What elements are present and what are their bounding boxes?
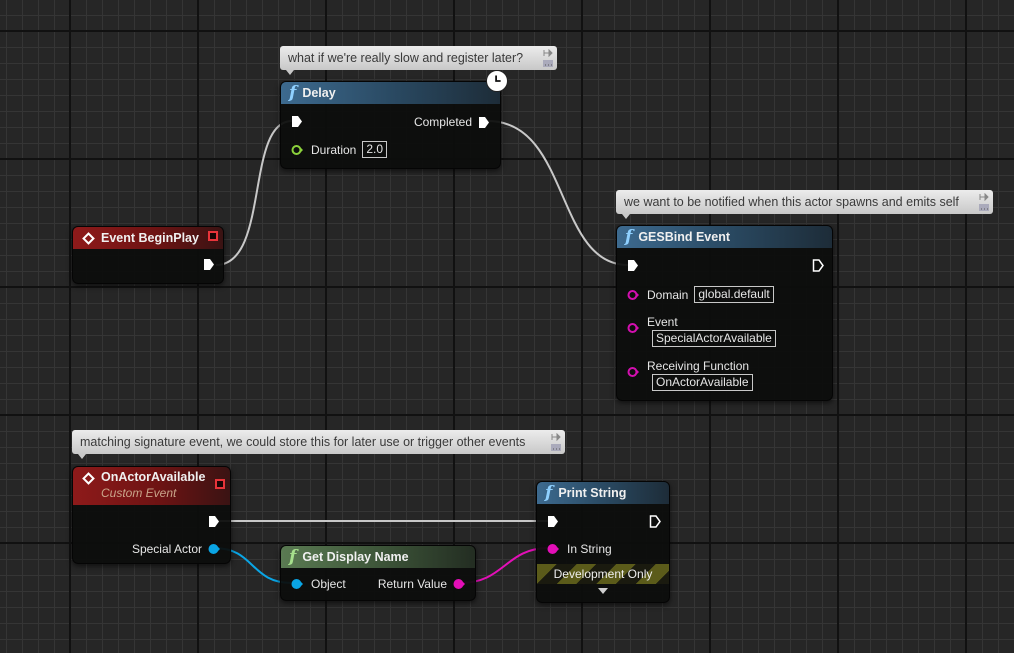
- exec-in-pin[interactable]: [547, 515, 559, 528]
- node-title: Delay: [302, 86, 336, 100]
- get-display-name-node[interactable]: f Get Display Name Object Return Value: [280, 545, 476, 601]
- comment-bubble[interactable]: what if we're really slow and register l…: [280, 46, 557, 75]
- duration-label: Duration: [311, 142, 357, 157]
- print-string-node[interactable]: f Print String In String Development Onl…: [536, 481, 670, 603]
- duration-input[interactable]: 2.0: [362, 141, 388, 158]
- comment-text: what if we're really slow and register l…: [288, 51, 524, 65]
- event-icon: [82, 472, 95, 485]
- event-icon: [82, 231, 95, 245]
- receiving-function-input[interactable]: OnActorAvailable: [652, 374, 753, 391]
- node-header: f Get Display Name: [281, 546, 475, 568]
- node-header: f Delay: [281, 82, 500, 104]
- comment-bubble[interactable]: matching signature event, we could store…: [72, 430, 565, 459]
- node-title: OnActorAvailable: [101, 470, 206, 484]
- delegate-pin-icon[interactable]: [215, 479, 225, 489]
- delay-node[interactable]: f Delay Completed Duration 2.0: [280, 81, 501, 169]
- event-beginplay-node[interactable]: Event BeginPlay: [72, 226, 224, 284]
- object-pin[interactable]: [291, 578, 303, 590]
- exec-in-pin[interactable]: [291, 115, 303, 128]
- node-header: f GESBind Event: [617, 226, 832, 248]
- pin-icon[interactable]: [551, 433, 561, 441]
- function-icon: f: [545, 482, 553, 503]
- gesbind-event-node[interactable]: f GESBind Event Domain global.default Ev…: [616, 225, 833, 401]
- node-header: Event BeginPlay: [73, 227, 223, 249]
- object-pin[interactable]: [208, 543, 220, 555]
- delegate-pin-icon[interactable]: [208, 231, 218, 241]
- special-actor-label: Special Actor: [131, 542, 202, 556]
- chevron-down-icon[interactable]: [597, 587, 609, 595]
- comment-bubble-icon[interactable]: [979, 204, 989, 211]
- float-pin[interactable]: [291, 144, 303, 156]
- object-label: Object: [311, 577, 346, 591]
- function-icon: f: [289, 82, 297, 103]
- function-icon: f: [625, 226, 633, 247]
- exec-out-pin[interactable]: [203, 258, 215, 271]
- exec-out-pin[interactable]: [812, 259, 824, 272]
- node-title: GESBind Event: [638, 230, 731, 244]
- function-icon: f: [289, 546, 297, 567]
- event-label: Event: [647, 315, 678, 329]
- domain-input[interactable]: global.default: [694, 286, 774, 303]
- exec-in-pin[interactable]: [627, 259, 639, 272]
- domain-label: Domain: [647, 287, 689, 302]
- exec-out-pin[interactable]: [649, 515, 661, 528]
- clock-icon: [486, 70, 508, 92]
- in-string-label: In String: [567, 542, 612, 556]
- node-header: OnActorAvailable Custom Event: [73, 467, 230, 505]
- string-pin[interactable]: [547, 543, 559, 555]
- node-subtitle: Custom Event: [101, 486, 177, 500]
- node-title: Event BeginPlay: [101, 231, 199, 245]
- comment-bubble-icon[interactable]: [543, 60, 553, 67]
- development-only-banner: Development Only: [537, 564, 669, 584]
- pin-icon[interactable]: [543, 49, 553, 57]
- exec-out-pin[interactable]: [208, 515, 220, 528]
- comment-bubble-icon[interactable]: [551, 444, 561, 451]
- name-pin[interactable]: [627, 322, 639, 334]
- completed-label: Completed: [413, 115, 472, 129]
- event-input[interactable]: SpecialActorAvailable: [652, 330, 776, 347]
- comment-text: matching signature event, we could store…: [80, 435, 526, 449]
- node-title: Get Display Name: [302, 550, 409, 564]
- on-actor-available-node[interactable]: OnActorAvailable Custom Event Special Ac…: [72, 466, 231, 564]
- node-header: f Print String: [537, 482, 669, 504]
- node-title: Print String: [558, 486, 627, 500]
- wire-delay-to-gesbind[interactable]: [487, 120, 629, 266]
- comment-bubble[interactable]: we want to be notified when this actor s…: [616, 190, 993, 219]
- comment-text: we want to be notified when this actor s…: [624, 195, 959, 209]
- name-pin[interactable]: [627, 366, 639, 378]
- pin-icon[interactable]: [979, 193, 989, 201]
- development-only-label: Development Only: [553, 567, 653, 581]
- string-pin[interactable]: [453, 578, 465, 590]
- receiving-function-label: Receiving Function: [647, 359, 750, 373]
- name-pin[interactable]: [627, 289, 639, 301]
- exec-out-pin[interactable]: [478, 116, 490, 129]
- return-value-label: Return Value: [377, 577, 447, 591]
